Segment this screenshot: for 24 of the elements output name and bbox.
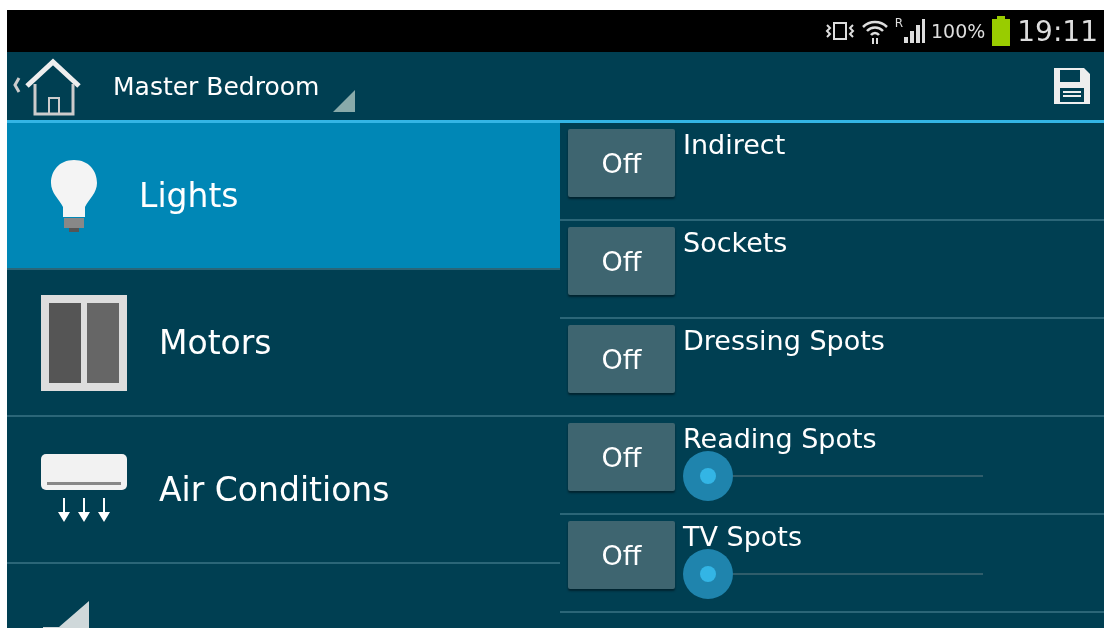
off-toggle-button[interactable]: Off	[568, 521, 675, 589]
off-toggle-button[interactable]: Off	[568, 423, 675, 491]
device-name: Indirect	[683, 129, 786, 160]
category-item[interactable]: Air Conditions	[7, 417, 560, 564]
off-toggle-button[interactable]: Off	[568, 325, 675, 393]
category-item[interactable]: Motors	[7, 270, 560, 417]
battery-percent: 100%	[930, 20, 986, 42]
off-toggle-button[interactable]: Off	[568, 129, 675, 197]
device-name: TV Spots	[683, 521, 803, 552]
clock: 19:11	[1017, 14, 1098, 48]
category-item[interactable]: Lights	[7, 123, 560, 270]
device-name: Reading Spots	[683, 423, 878, 454]
signal-icon	[902, 19, 925, 43]
device-name: Sockets	[683, 227, 788, 258]
room-title[interactable]: Master Bedroom	[113, 71, 320, 101]
dropdown-triangle-icon[interactable]	[333, 90, 356, 112]
wifi-icon	[860, 18, 889, 44]
window-icon	[39, 292, 129, 393]
vibrate-icon	[824, 20, 855, 42]
save-icon[interactable]	[1052, 66, 1092, 106]
device-name: Dressing Spots	[683, 325, 885, 356]
battery-icon	[991, 16, 1012, 46]
roaming-indicator: R	[894, 16, 903, 30]
off-toggle-button[interactable]: Off	[568, 227, 675, 295]
